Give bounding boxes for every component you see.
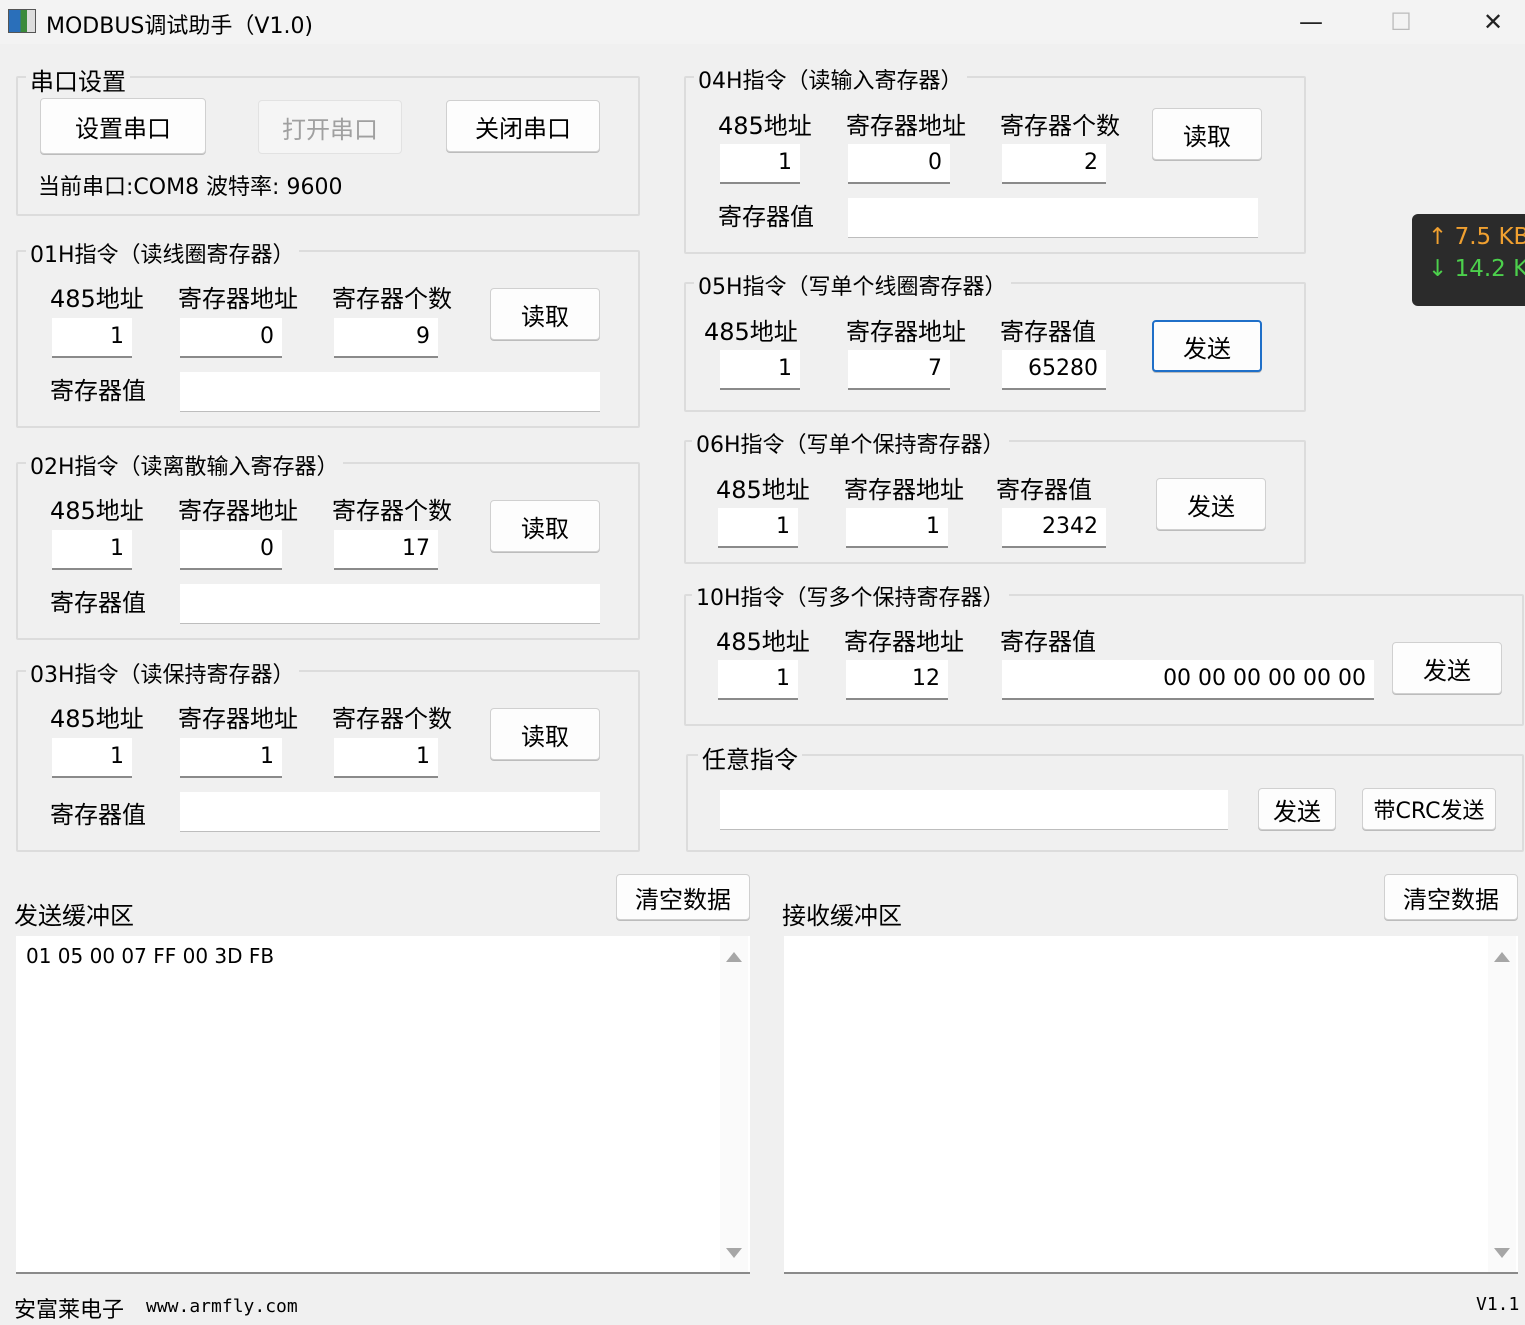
cmd06-addr-label: 485地址 — [716, 476, 810, 504]
download-speed: ↓ 14.2 K — [1428, 256, 1525, 282]
cmd01-reg-addr-label: 寄存器地址 — [178, 285, 298, 313]
cmd05-addr-input[interactable]: 1 — [720, 350, 800, 390]
cmd01-reg-addr-input[interactable]: 0 — [180, 318, 282, 358]
cmd04-read-button[interactable]: 读取 — [1152, 108, 1262, 160]
cmd06-legend: 06H指令（写单个保持寄存器） — [692, 427, 1009, 459]
cmd03-addr-input[interactable]: 1 — [52, 738, 132, 778]
open-serial-button[interactable]: 打开串口 — [258, 100, 402, 154]
cmd10-legend: 10H指令（写多个保持寄存器） — [692, 580, 1009, 612]
custom-send-button[interactable]: 发送 — [1258, 788, 1336, 830]
cmd02-read-button[interactable]: 读取 — [490, 500, 600, 552]
cmd10-addr-label: 485地址 — [716, 628, 810, 656]
cmd01-read-button[interactable]: 读取 — [490, 288, 600, 340]
send-buffer-textbox[interactable]: 01 05 00 07 FF 00 3D FB — [16, 936, 750, 1274]
cmd02-addr-label: 485地址 — [50, 497, 144, 525]
cmd05-addr-label: 485地址 — [704, 318, 798, 346]
cmd06-value-label: 寄存器值 — [996, 476, 1092, 504]
cmd05-send-button[interactable]: 发送 — [1152, 320, 1262, 372]
cmd01-count-label: 寄存器个数 — [332, 285, 452, 313]
cmd02-legend: 02H指令（读离散输入寄存器） — [26, 449, 343, 481]
recv-buffer-scrollbar[interactable] — [1488, 936, 1516, 1272]
close-button[interactable]: ✕ — [1463, 4, 1523, 40]
send-buffer-label: 发送缓冲区 — [14, 902, 134, 930]
cmd04-reg-addr-input[interactable]: 0 — [848, 144, 950, 184]
cmd01-count-input[interactable]: 9 — [334, 318, 438, 358]
cmd04-reg-addr-label: 寄存器地址 — [846, 112, 966, 140]
cmd02-count-label: 寄存器个数 — [332, 497, 452, 525]
footer-url: www.armfly.com — [146, 1296, 298, 1317]
cmd06-value-input[interactable]: 2342 — [1002, 508, 1106, 548]
cmd04-addr-label: 485地址 — [718, 112, 812, 140]
cmd04-count-input[interactable]: 2 — [1002, 144, 1106, 184]
footer-brand: 安富莱电子 — [14, 1298, 125, 1323]
cmd06-reg-addr-label: 寄存器地址 — [844, 476, 964, 504]
custom-cmd-input[interactable] — [720, 790, 1228, 830]
close-serial-button[interactable]: 关闭串口 — [446, 100, 600, 152]
cmd03-read-button[interactable]: 读取 — [490, 708, 600, 760]
recv-buffer-label: 接收缓冲区 — [782, 902, 902, 930]
cmd01-addr-input[interactable]: 1 — [52, 318, 132, 358]
cmd02-reg-addr-label: 寄存器地址 — [178, 497, 298, 525]
cmd03-value-label: 寄存器值 — [50, 801, 146, 829]
cmd03-count-input[interactable]: 1 — [334, 738, 438, 778]
minimize-button[interactable]: — — [1281, 4, 1341, 40]
cmd10-send-button[interactable]: 发送 — [1392, 642, 1502, 694]
cmd06-addr-input[interactable]: 1 — [718, 508, 798, 548]
cmd05-value-label: 寄存器值 — [1000, 318, 1096, 346]
recv-buffer-textbox[interactable] — [784, 936, 1518, 1274]
cmd05-reg-addr-input[interactable]: 7 — [848, 350, 950, 390]
cmd06-reg-addr-input[interactable]: 1 — [846, 508, 948, 548]
cmd10-reg-addr-input[interactable]: 12 — [846, 660, 948, 700]
cmd03-value-input[interactable] — [180, 792, 600, 832]
app-icon — [8, 9, 36, 33]
cmd03-legend: 03H指令（读保持寄存器） — [26, 657, 299, 689]
send-buffer-scrollbar[interactable] — [720, 936, 748, 1272]
cmd05-legend: 05H指令（写单个线圈寄存器） — [694, 269, 1011, 301]
cmd01-value-input[interactable] — [180, 372, 600, 412]
cmd02-reg-addr-input[interactable]: 0 — [180, 530, 282, 570]
custom-crc-send-button[interactable]: 带CRC发送 — [1362, 788, 1496, 830]
window-title: MODBUS调试助手（V1.0) — [46, 14, 314, 39]
cmd10-value-input[interactable]: 00 00 00 00 00 00 — [1002, 660, 1374, 700]
cmd01-addr-label: 485地址 — [50, 285, 144, 313]
cmd04-count-label: 寄存器个数 — [1000, 112, 1120, 140]
cmd02-count-input[interactable]: 17 — [334, 530, 438, 570]
serial-status: 当前串口:COM8 波特率: 9600 — [38, 175, 343, 200]
cmd03-count-label: 寄存器个数 — [332, 705, 452, 733]
scroll-down-icon[interactable] — [726, 1248, 742, 1258]
scroll-up-icon[interactable] — [726, 952, 742, 962]
setup-serial-button[interactable]: 设置串口 — [40, 98, 206, 154]
recv-buffer-clear-button[interactable]: 清空数据 — [1384, 874, 1518, 920]
send-buffer-clear-button[interactable]: 清空数据 — [616, 874, 750, 920]
cmd10-addr-input[interactable]: 1 — [718, 660, 798, 700]
scroll-down-icon[interactable] — [1494, 1248, 1510, 1258]
network-monitor: ↑ 7.5 KB ↓ 14.2 K — [1412, 214, 1525, 306]
cmd05-value-input[interactable]: 65280 — [1002, 350, 1106, 390]
cmd03-reg-addr-label: 寄存器地址 — [178, 705, 298, 733]
cmd04-addr-input[interactable]: 1 — [720, 144, 800, 184]
send-buffer-content: 01 05 00 07 FF 00 3D FB — [26, 944, 275, 968]
cmd10-reg-addr-label: 寄存器地址 — [844, 628, 964, 656]
upload-speed: ↑ 7.5 KB — [1428, 224, 1525, 250]
cmd01-value-label: 寄存器值 — [50, 377, 146, 405]
cmd02-addr-input[interactable]: 1 — [52, 530, 132, 570]
cmd04-value-label: 寄存器值 — [718, 203, 814, 231]
scroll-up-icon[interactable] — [1494, 952, 1510, 962]
custom-cmd-legend: 任意指令 — [698, 740, 802, 775]
cmd02-value-label: 寄存器值 — [50, 589, 146, 617]
cmd01-legend: 01H指令（读线圈寄存器） — [26, 237, 299, 269]
cmd06-send-button[interactable]: 发送 — [1156, 478, 1266, 530]
cmd03-addr-label: 485地址 — [50, 705, 144, 733]
cmd04-value-input[interactable] — [848, 198, 1258, 238]
footer-version: V1.1 — [1476, 1294, 1520, 1315]
cmd05-reg-addr-label: 寄存器地址 — [846, 318, 966, 346]
cmd10-value-label: 寄存器值 — [1000, 628, 1096, 656]
cmd02-value-input[interactable] — [180, 584, 600, 624]
cmd04-legend: 04H指令（读输入寄存器） — [694, 63, 967, 95]
cmd03-reg-addr-input[interactable]: 1 — [180, 738, 282, 778]
serial-settings-legend: 串口设置 — [26, 62, 130, 97]
maximize-button[interactable]: ☐ — [1371, 4, 1431, 40]
